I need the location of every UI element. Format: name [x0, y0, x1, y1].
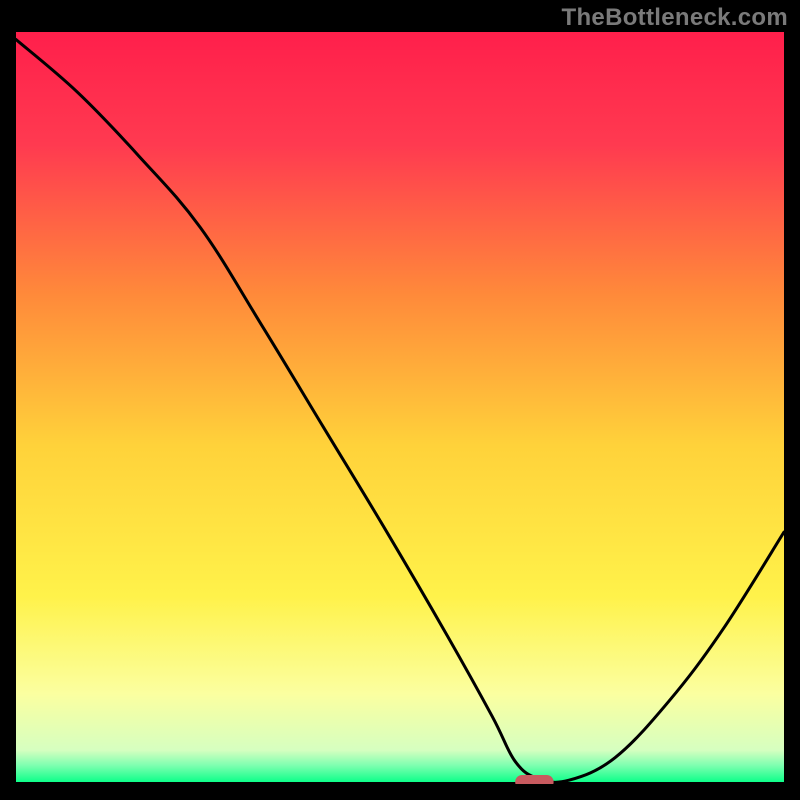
- bottleneck-chart: [16, 32, 784, 784]
- optimal-point-marker: [515, 775, 553, 784]
- gradient-background: [16, 32, 784, 784]
- chart-frame: TheBottleneck.com: [0, 0, 800, 800]
- watermark-text: TheBottleneck.com: [562, 4, 788, 32]
